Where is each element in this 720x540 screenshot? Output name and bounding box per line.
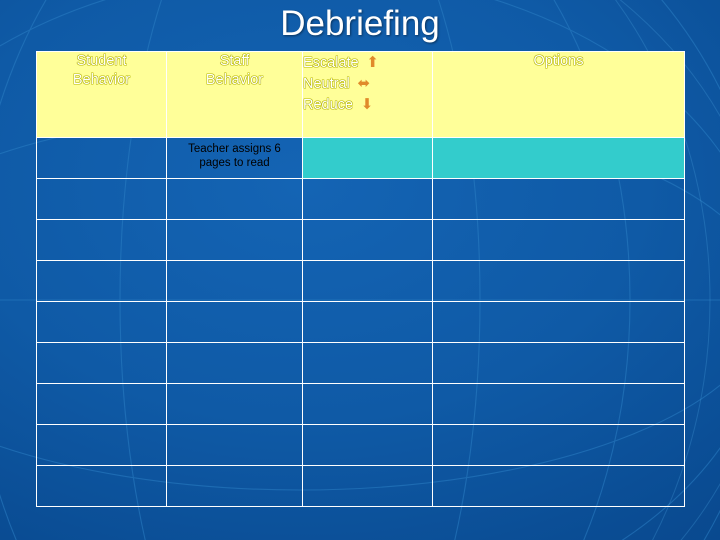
cell-escalation[interactable] [302, 219, 433, 261]
cell-staff-behavior[interactable]: Teacher assigns 6 pages to read [166, 137, 303, 179]
cell-student-behavior[interactable] [36, 219, 167, 261]
escalation-label-reduce: Reduce [303, 96, 353, 113]
cell-options[interactable] [432, 301, 685, 343]
arrow-down-icon: ⬇ [360, 96, 374, 113]
table-row [36, 301, 685, 343]
header-cell-escalation: Escalate ⬆ Neutral ⬌ Reduce ⬇ [302, 51, 433, 138]
table-row [36, 383, 685, 425]
cell-student-behavior[interactable] [36, 178, 167, 220]
header-cell-options: Options [432, 51, 685, 138]
cell-options[interactable] [432, 178, 685, 220]
cell-escalation[interactable] [302, 465, 433, 507]
escalation-label-escalate: Escalate [303, 54, 359, 71]
escalation-level-escalate: Escalate ⬆ [303, 52, 432, 73]
slide-canvas: Debriefing Student Behavior Staff Behavi… [0, 0, 720, 540]
cell-staff-behavior[interactable] [166, 178, 303, 220]
cell-student-behavior[interactable] [36, 465, 167, 507]
table-row [36, 260, 685, 302]
header-student-behavior-line2: Behavior [72, 72, 131, 88]
cell-options[interactable] [432, 424, 685, 466]
cell-options[interactable] [432, 137, 685, 179]
table-row: Teacher assigns 6 pages to read [36, 137, 685, 179]
cell-escalation[interactable] [302, 342, 433, 384]
arrow-left-right-icon: ⬌ [357, 75, 371, 92]
cell-escalation[interactable] [302, 424, 433, 466]
header-options-line1: Options [533, 53, 584, 69]
cell-staff-behavior[interactable] [166, 383, 303, 425]
cell-options[interactable] [432, 383, 685, 425]
cell-escalation[interactable] [302, 260, 433, 302]
table-row [36, 219, 685, 261]
escalation-level-reduce: Reduce ⬇ [303, 94, 432, 115]
header-student-behavior-line1: Student [76, 53, 127, 69]
cell-staff-behavior[interactable] [166, 219, 303, 261]
escalation-label-neutral: Neutral [303, 75, 350, 92]
cell-escalation[interactable] [302, 137, 433, 179]
page-title: Debriefing [280, 4, 440, 43]
arrow-up-icon: ⬆ [366, 54, 379, 71]
cell-options[interactable] [432, 219, 685, 261]
staff-behavior-note: Teacher assigns 6 pages to read [188, 143, 281, 169]
cell-escalation[interactable] [302, 178, 433, 220]
table-row [36, 465, 685, 507]
cell-student-behavior[interactable] [36, 301, 167, 343]
header-cell-student-behavior: Student Behavior [36, 51, 167, 138]
cell-options[interactable] [432, 342, 685, 384]
cell-student-behavior[interactable] [36, 260, 167, 302]
debriefing-table: Student Behavior Staff Behavior Escalate… [36, 51, 685, 507]
cell-student-behavior[interactable] [36, 424, 167, 466]
cell-student-behavior[interactable] [36, 383, 167, 425]
header-cell-staff-behavior: Staff Behavior [166, 51, 303, 138]
cell-student-behavior[interactable] [36, 137, 167, 179]
escalation-level-neutral: Neutral ⬌ [303, 73, 432, 94]
cell-options[interactable] [432, 465, 685, 507]
table-header-row: Student Behavior Staff Behavior Escalate… [36, 51, 685, 138]
cell-staff-behavior[interactable] [166, 342, 303, 384]
table-row [36, 178, 685, 220]
cell-escalation[interactable] [302, 301, 433, 343]
table-row [36, 424, 685, 466]
cell-staff-behavior[interactable] [166, 465, 303, 507]
cell-options[interactable] [432, 260, 685, 302]
header-staff-behavior-line1: Staff [219, 53, 250, 69]
cell-staff-behavior[interactable] [166, 301, 303, 343]
cell-staff-behavior[interactable] [166, 260, 303, 302]
table-row [36, 342, 685, 384]
header-staff-behavior-line2: Behavior [205, 72, 264, 88]
cell-student-behavior[interactable] [36, 342, 167, 384]
cell-escalation[interactable] [302, 383, 433, 425]
cell-staff-behavior[interactable] [166, 424, 303, 466]
